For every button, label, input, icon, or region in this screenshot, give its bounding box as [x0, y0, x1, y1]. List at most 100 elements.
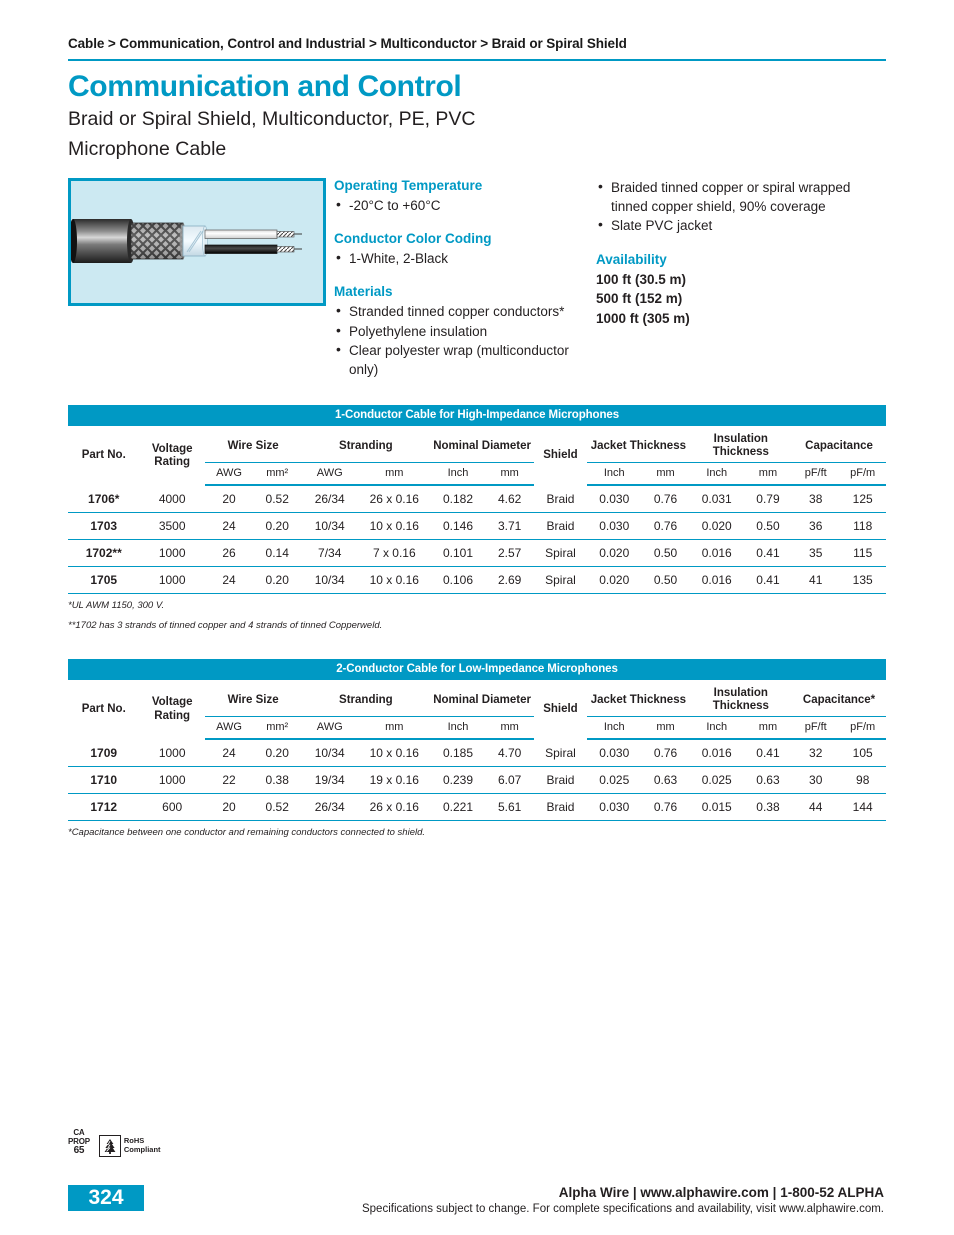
cell-strand-mm: 10 x 0.16 — [358, 566, 431, 595]
cell-diam-inch: 0.146 — [430, 512, 486, 541]
cell-voltage: 1000 — [139, 739, 205, 768]
cell-strand-mm: 26 x 0.16 — [358, 793, 431, 822]
cell-insul-mm: 0.63 — [743, 766, 793, 795]
header-unit-wire-awg: AWG — [204, 462, 254, 487]
cell-wire-mm2: 0.52 — [253, 485, 302, 514]
cell-insul-mm: 0.79 — [743, 485, 793, 514]
cell-voltage: 1000 — [139, 766, 205, 795]
header-unit-insul-inch: Inch — [689, 462, 744, 487]
cell-part-no: 1706* — [68, 485, 140, 514]
cell-cap-pfft: 44 — [792, 793, 840, 822]
cell-insul-mm: 0.50 — [743, 512, 793, 541]
table-row: 1702** 1000 26 0.14 7/34 7 x 0.16 0.101 … — [68, 539, 886, 568]
cell-shield: Spiral — [533, 539, 588, 568]
cell-shield: Braid — [533, 512, 588, 541]
header-stranding: Stranding — [301, 679, 431, 718]
cable-cutaway-illustration — [71, 219, 302, 264]
page-number-badge: 324 — [68, 1185, 144, 1211]
cell-strand-awg: 19/34 — [301, 766, 359, 795]
table-body: 1709 1000 24 0.20 10/34 10 x 0.16 0.185 … — [68, 739, 886, 822]
table-row: 1712 600 20 0.52 26/34 26 x 0.16 0.221 5… — [68, 793, 886, 822]
list-item: Stranded tinned copper conductors* — [334, 301, 596, 321]
cell-wire-mm2: 0.38 — [253, 766, 302, 795]
availability-line: 1000 ft (305 m) — [596, 310, 690, 326]
header-shield: Shield — [543, 703, 578, 716]
datasheet-page: Cable > Communication, Control and Indus… — [0, 0, 954, 1235]
header-unit-strand-mm: mm — [358, 462, 431, 487]
header-wire-size: Wire Size — [204, 426, 302, 464]
cell-cap-pfm: 118 — [839, 512, 886, 541]
cell-cap-pfft: 32 — [792, 739, 840, 768]
cell-jacket-mm: 0.76 — [641, 739, 690, 768]
table-title: 2-Conductor Cable for Low-Impedance Micr… — [68, 658, 886, 680]
header-unit-jacket-inch: Inch — [587, 462, 642, 487]
page-subtitle-line1: Braid or Spiral Shield, Multiconductor, … — [68, 108, 476, 131]
rohs-tree-symbol-box — [98, 1135, 121, 1157]
rohs-line-2: Compliant — [123, 1145, 161, 1154]
cell-strand-awg: 10/34 — [301, 739, 359, 768]
availability-heading: Availability — [596, 251, 667, 267]
cell-cap-pfm: 144 — [839, 793, 886, 822]
cell-wire-mm2: 0.14 — [253, 539, 302, 568]
cell-wire-awg: 22 — [204, 766, 254, 795]
cell-part-no: 1712 — [68, 793, 140, 822]
header-unit-diam-mm: mm — [485, 462, 534, 487]
cell-jacket-inch: 0.030 — [587, 739, 642, 768]
cell-diam-mm: 2.69 — [485, 566, 534, 595]
table-note: *UL AWM 1150, 300 V. — [68, 600, 165, 612]
list-item: -20°C to +60°C — [334, 195, 596, 215]
cell-voltage: 1000 — [139, 539, 205, 568]
table-2-conductor: 2-Conductor Cable for Low-Impedance Micr… — [68, 658, 886, 841]
cell-jacket-inch: 0.030 — [587, 793, 642, 822]
cell-insul-mm: 0.41 — [743, 566, 793, 595]
header-shield: Shield — [543, 449, 578, 462]
cell-strand-awg: 10/34 — [301, 566, 359, 595]
cell-strand-awg: 10/34 — [301, 512, 359, 541]
cell-part-no: 1710 — [68, 766, 140, 795]
cell-jacket-mm: 0.76 — [641, 485, 690, 514]
cell-shield: Braid — [533, 766, 588, 795]
cell-cap-pfft: 30 — [792, 766, 840, 795]
header-unit-strand-awg: AWG — [301, 462, 359, 487]
header-unit-diam-inch: Inch — [430, 462, 486, 487]
cell-strand-awg: 26/34 — [301, 485, 359, 514]
cell-diam-mm: 4.62 — [485, 485, 534, 514]
header-nominal-diameter: Nominal Diameter — [430, 426, 534, 464]
cell-diam-inch: 0.182 — [430, 485, 486, 514]
footer-bar: 324 Alpha Wire | www.alphawire.com | 1-8… — [68, 1185, 886, 1215]
cell-voltage: 1000 — [139, 566, 205, 595]
header-capacitance: Capacitance* — [792, 679, 886, 718]
cell-wire-awg: 24 — [204, 739, 254, 768]
cell-insul-inch: 0.016 — [689, 539, 744, 568]
cell-shield: Braid — [533, 485, 588, 514]
header-stranding: Stranding — [301, 426, 431, 464]
spec-table: Part No. Voltage Rating Wire Size Strand… — [68, 679, 886, 822]
table-row: 1705 1000 24 0.20 10/34 10 x 0.16 0.106 … — [68, 566, 886, 595]
cell-jacket-mm: 0.50 — [641, 539, 690, 568]
cell-diam-mm: 4.70 — [485, 739, 534, 768]
table-row: 1710 1000 22 0.38 19/34 19 x 0.16 0.239 … — [68, 766, 886, 795]
cell-cap-pfm: 115 — [839, 539, 886, 568]
cell-strand-mm: 10 x 0.16 — [358, 739, 431, 768]
header-voltage-rating: Voltage Rating — [151, 696, 193, 722]
table-note: *Capacitance between one conductor and r… — [68, 827, 426, 839]
product-overview: Operating Temperature -20°C to +60°C Con… — [68, 177, 886, 379]
cell-jacket-inch: 0.030 — [587, 485, 642, 514]
page-title: Communication and Control — [68, 70, 462, 103]
header-part-no: Part No. — [81, 449, 126, 462]
spec-table: Part No. Voltage Rating Wire Size Strand… — [68, 426, 886, 595]
breadcrumb: Cable > Communication, Control and Indus… — [68, 36, 627, 51]
cell-shield: Spiral — [533, 566, 588, 595]
table-row: 1703 3500 24 0.20 10/34 10 x 0.16 0.146 … — [68, 512, 886, 541]
breadcrumb-divider — [68, 59, 886, 61]
cell-diam-inch: 0.101 — [430, 539, 486, 568]
cell-jacket-mm: 0.76 — [641, 793, 690, 822]
table-1-conductor: 1-Conductor Cable for High-Impedance Mic… — [68, 405, 886, 633]
header-unit-insul-inch: Inch — [689, 716, 744, 741]
cell-voltage: 4000 — [139, 485, 205, 514]
header-unit-strand-awg: AWG — [301, 716, 359, 741]
header-unit-cap-pfft: pF/ft — [792, 716, 840, 741]
header-unit-jacket-mm: mm — [641, 462, 690, 487]
header-jacket-thickness: Jacket Thickness — [587, 679, 690, 718]
cell-cap-pfft: 38 — [792, 485, 840, 514]
